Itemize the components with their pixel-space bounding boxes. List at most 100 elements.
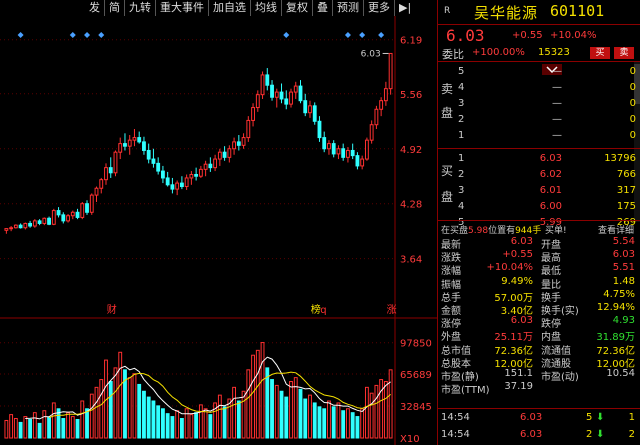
toolbar-btn-5[interactable]: 均线 (250, 0, 281, 16)
volume-bar (255, 349, 260, 439)
candle (213, 154, 218, 172)
info-text: 在买盘5.98位置有944手 (441, 223, 541, 236)
price-tick-label: 5.56 (400, 90, 422, 101)
weibi-value: +100.00% (472, 47, 525, 58)
stat-row: 涨停 6.03 跌停 4.93 (438, 315, 640, 330)
candle (293, 81, 298, 99)
volume-bar (151, 400, 156, 439)
volume-bar (208, 414, 213, 439)
volume-bar (132, 373, 137, 439)
candle (260, 71, 265, 99)
stat-row: 涨跌 +0.55 最高 6.03 (438, 249, 640, 264)
candle (322, 131, 327, 153)
trade-price: 6.03 (520, 412, 543, 423)
buy-button[interactable]: 买 (590, 47, 610, 59)
bid-row-4[interactable]: 4 6.00 175 (438, 201, 640, 217)
stat-value: 4.93 (612, 315, 635, 327)
volume-bar (317, 406, 322, 439)
volume-bar (61, 418, 66, 439)
stat-value: 9.49% (501, 275, 533, 287)
volume-bar (350, 412, 355, 439)
stat-value: 6.03 (510, 236, 533, 247)
volume-bar (265, 367, 270, 439)
ask-volume: 0 (629, 98, 636, 109)
candle-body (274, 91, 279, 98)
candle-body (383, 88, 388, 102)
buy-order-link[interactable]: 买单! (545, 223, 567, 236)
sell-button[interactable]: 卖 (614, 47, 634, 59)
toolbar-btn-3[interactable]: 重大事件 (155, 0, 208, 16)
stat-value: 5.51 (612, 262, 635, 274)
candle (123, 133, 127, 151)
bid-row-2[interactable]: 2 6.02 766 (438, 169, 640, 185)
volume-bar (289, 381, 293, 439)
bid-row-3[interactable]: 3 6.01 317 (438, 185, 640, 201)
candle-body (146, 149, 151, 160)
ask-price: — (552, 82, 562, 93)
toolbar-btn-2[interactable]: 九转 (124, 0, 155, 16)
stock-code: 601101 (550, 2, 605, 20)
toolbar-btn-6[interactable]: 复权 (281, 0, 312, 16)
info-bar: 在买盘5.98位置有944手 买单! 查看详细 (438, 220, 640, 236)
volume-bar (241, 390, 246, 439)
candle-body (255, 94, 260, 109)
ask-price: — (552, 66, 562, 77)
toolbar-btn-7[interactable]: 叠 (312, 0, 332, 16)
candle-body (317, 120, 322, 139)
candle-body (189, 174, 194, 179)
bid-level: 1 (458, 153, 465, 164)
kline-chart[interactable]: 6.19 5.56 4.92 4.28 3.64 97850 65689 32845 X10 6.… (0, 0, 437, 445)
bid-row-1[interactable]: 1 6.03 13796 (438, 153, 640, 169)
candle (336, 145, 341, 160)
candle-body (303, 100, 308, 114)
stat-value: 1.48 (612, 275, 635, 287)
trade-time: 14:54 (441, 412, 470, 423)
toolbar-btn-0[interactable]: 发 (85, 0, 104, 16)
volume-bar (341, 410, 346, 439)
volume-bar (227, 398, 232, 439)
event-marker: 财 (107, 303, 117, 316)
candle-body (9, 227, 14, 230)
candle-body (127, 139, 132, 147)
stat-value: 151.1 (504, 367, 533, 379)
candle-body (61, 214, 66, 222)
toolbar-btn-10[interactable]: ▶| (394, 0, 415, 16)
toolbar-btn-4[interactable]: 加自选 (208, 0, 250, 16)
volume-bar (312, 402, 317, 439)
candle (137, 131, 142, 144)
volume-bar (379, 379, 384, 439)
candle-body (51, 210, 56, 225)
weicha-value: 15323 (538, 47, 570, 58)
stat-row: 市盈(静) 151.1 市盈(动) 10.54 (438, 367, 640, 383)
ask-row-1[interactable]: 1 — 0 (438, 130, 640, 146)
toolbar-btn-9[interactable]: 更多 (363, 0, 394, 16)
ask-row-2[interactable]: 2 — 0 (438, 114, 640, 130)
candle (165, 171, 170, 187)
toolbar-btn-1[interactable]: 简 (104, 0, 124, 16)
candle (203, 160, 208, 177)
stat-value: 37.19 (504, 381, 533, 393)
candle (170, 177, 175, 194)
candle (118, 137, 123, 160)
view-detail-link[interactable]: 查看详细 (598, 223, 634, 236)
volume-bar (298, 388, 303, 439)
volume-bar (360, 408, 365, 439)
stat-value: 4.75% (603, 288, 635, 300)
toolbar-btn-8[interactable]: 预测 (332, 0, 363, 16)
candle-body (213, 158, 218, 169)
candle (312, 102, 317, 125)
candle (23, 222, 28, 230)
candle-body (123, 143, 127, 147)
stats-table: 最新 6.03 开盘 5.54 涨跌 +0.55 最高 6.03 涨幅 +10.04% 最低 5.51… (438, 236, 640, 396)
candle (241, 133, 246, 149)
ask-row-3[interactable]: 3 — 0 (438, 98, 640, 114)
ask-row-4[interactable]: 4 — 0 (438, 82, 640, 98)
ask-level: 4 (458, 82, 465, 93)
info-qty: 944手 (515, 226, 542, 236)
volume-bar (232, 386, 237, 439)
candle (47, 216, 51, 226)
ask-row-5[interactable]: 5 — 0 (438, 66, 640, 82)
info-price: 5.98 (468, 226, 489, 236)
candle-body (28, 222, 33, 227)
candle-body (251, 107, 255, 121)
